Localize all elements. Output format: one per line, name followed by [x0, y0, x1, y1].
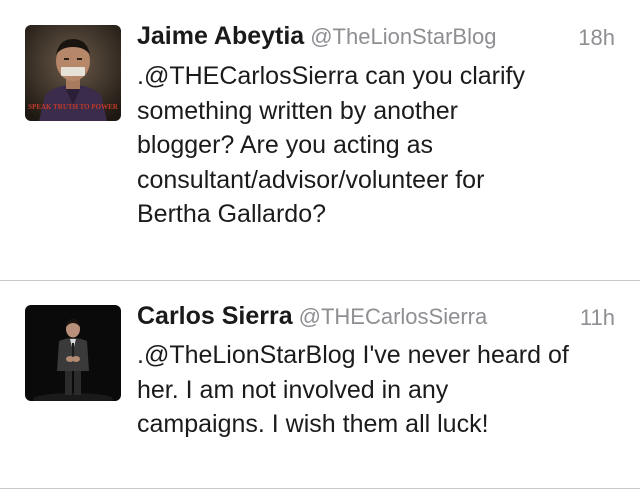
tweet-item[interactable]: SPEAK TRUTH TO POWER Jaime Abeytia @TheLi… — [0, 0, 640, 280]
author-name[interactable]: Carlos Sierra — [137, 302, 293, 330]
tweet-text-line: campaigns. I wish them all luck! — [137, 410, 489, 438]
avatar-image: SPEAK TRUTH TO POWER — [25, 25, 121, 121]
tweet-text-line: consultant/advisor/volunteer for — [137, 165, 485, 194]
author-name[interactable]: Jaime Abeytia — [137, 22, 304, 50]
tweet-text-line: something written by another — [137, 96, 459, 125]
tweet-text-line: her. I am not involved in any — [137, 375, 449, 404]
author-handle[interactable]: @TheLionStarBlog — [310, 24, 496, 49]
tweet-item[interactable]: Carlos Sierra @THECarlosSierra 11h .@TheL… — [0, 281, 640, 488]
tweet-text: .@TheLionStarBlog I've never heard of he… — [137, 338, 617, 442]
tweet-text-line: .@TheLionStarBlog I've never heard of — [137, 341, 569, 369]
tweet-timestamp: 11h — [579, 305, 615, 330]
tweet-text-line: Bertha Gallardo? — [137, 200, 327, 228]
tweet-timeline: SPEAK TRUTH TO POWER Jaime Abeytia @TheLi… — [0, 0, 640, 495]
tweet-divider — [0, 488, 640, 489]
tweet-timestamp: 18h — [578, 25, 615, 50]
avatar[interactable]: SPEAK TRUTH TO POWER — [25, 25, 121, 121]
tweet-header: Jaime Abeytia @TheLionStarBlog 18h — [137, 22, 615, 54]
author-handle[interactable]: @THECarlosSierra — [299, 304, 488, 329]
tweet-text: .@THECarlosSierra can you clarify someth… — [137, 59, 617, 232]
avatar-image — [25, 305, 121, 401]
tweet-text-line: blogger? Are you acting as — [137, 131, 434, 159]
avatar[interactable] — [25, 305, 121, 401]
tweet-header: Carlos Sierra @THECarlosSierra 11h — [137, 302, 615, 334]
tweet-text-line: .@THECarlosSierra can you clarify — [137, 62, 525, 90]
avatar-caption: SPEAK TRUTH TO POWER — [28, 103, 119, 111]
